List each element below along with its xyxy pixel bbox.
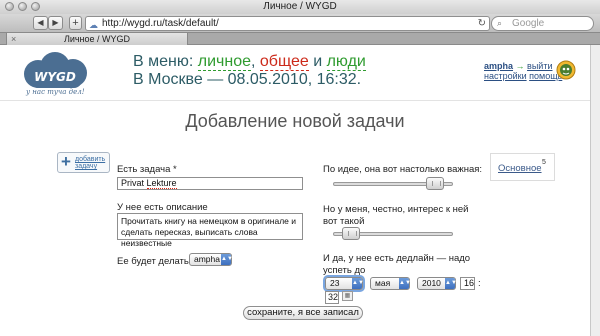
tab-current[interactable]: × Личное / WYGD xyxy=(6,33,188,45)
add-task-button[interactable]: + добавить задачу xyxy=(57,152,110,173)
menu-prefix: В меню: xyxy=(133,53,194,70)
add-task-label-line1: добавить xyxy=(75,156,106,163)
minimize-window-button[interactable] xyxy=(18,2,27,11)
save-button[interactable]: сохраните, я все записал xyxy=(243,306,363,320)
wygd-logo[interactable]: WYGD xyxy=(18,52,92,92)
task-input[interactable]: Privat Lekture xyxy=(117,177,303,190)
user-box: ampha → выйти настройки помощь xyxy=(484,61,562,81)
select-arrows-icon: ▲▼ xyxy=(399,278,411,289)
settings-link[interactable]: настройки xyxy=(484,71,527,81)
window-title: Личное / WYGD xyxy=(263,1,337,12)
menu-and: и xyxy=(313,53,323,70)
browser-toolbar: ◀ ▶ + ☁ http://wygd.ru/task/default/ ↻ ⌕… xyxy=(0,14,600,32)
close-tab-icon[interactable]: × xyxy=(11,33,16,45)
search-field[interactable]: ⌕ Google xyxy=(491,16,594,31)
deadline-hour-input[interactable]: 16 xyxy=(460,277,475,290)
deadline-month-value: мая xyxy=(375,278,391,288)
username-link[interactable]: ampha xyxy=(484,61,513,71)
site-favicon-icon: ☁ xyxy=(89,20,98,30)
description-label: У нее есть описание xyxy=(117,202,208,213)
search-placeholder: Google xyxy=(512,18,545,29)
logout-arrow-icon: → xyxy=(515,61,525,71)
add-task-label: добавить задачу xyxy=(75,156,105,170)
slogan: у нас туча дел! xyxy=(26,88,85,96)
select-arrows-icon: ▲▼ xyxy=(221,254,233,265)
interest-slider-thumb[interactable] xyxy=(342,227,360,240)
window-titlebar: Личное / WYGD xyxy=(0,0,600,14)
deadline-minute-input[interactable]: 32 xyxy=(325,291,339,304)
logout-link[interactable]: выйти xyxy=(527,61,552,71)
task-label: Есть задача * xyxy=(117,164,177,175)
importance-slider-thumb[interactable] xyxy=(426,177,444,190)
task-value-word2: Lekture xyxy=(146,178,177,189)
forward-button[interactable]: ▶ xyxy=(48,16,63,30)
zoom-window-button[interactable] xyxy=(31,2,40,11)
list-link-main[interactable]: Основное xyxy=(498,163,542,174)
logo-text: WYGD xyxy=(34,70,76,84)
select-arrows-icon: ▲▼ xyxy=(352,278,364,289)
importance-slider[interactable] xyxy=(333,177,453,190)
interest-label: Но у меня, честно, интерес к ней вот так… xyxy=(323,204,469,227)
reload-icon[interactable]: ↻ xyxy=(478,17,486,30)
task-value-word1: Privat xyxy=(121,178,145,188)
list-count: 5 xyxy=(542,159,546,166)
deadline-year-value: 2010 xyxy=(422,278,441,288)
list-box: Основное 5 xyxy=(490,153,555,181)
menu-link-common[interactable]: общее xyxy=(259,53,309,71)
assignee-label: Ее будет делать xyxy=(117,256,189,267)
deadline-label: И да, у нее есть дедлайн — надо успеть д… xyxy=(323,253,471,276)
tab-bar: × Личное / WYGD xyxy=(0,32,600,45)
header-divider xyxy=(0,100,590,101)
interest-slider[interactable] xyxy=(333,227,453,240)
description-textarea[interactable]: Прочитать книгу на немецком в оригинале … xyxy=(117,213,303,248)
current-datetime: В Москве — 08.05.2010, 16:32. xyxy=(133,71,362,88)
add-task-label-line2: задачу xyxy=(75,163,98,170)
menu-line: В меню: личное, общее и люди xyxy=(133,53,366,71)
assignee-select[interactable]: ampha ▲▼ xyxy=(189,253,233,266)
page-title: Добавление новой задачи xyxy=(185,111,405,131)
menu-link-personal[interactable]: личное xyxy=(197,53,251,71)
deadline-day-select[interactable]: 23 ▲▼ xyxy=(325,277,364,290)
plus-icon: + xyxy=(61,152,71,171)
user-avatar[interactable] xyxy=(556,59,576,80)
calendar-icon[interactable]: ▦ xyxy=(342,291,353,301)
deadline-month-select[interactable]: мая ▲▼ xyxy=(370,277,411,290)
tab-title: Личное / WYGD xyxy=(63,34,131,44)
select-arrows-icon: ▲▼ xyxy=(445,278,457,289)
address-url: http://wygd.ru/task/default/ xyxy=(102,18,219,29)
search-icon: ⌕ xyxy=(497,18,503,28)
close-window-button[interactable] xyxy=(5,2,14,11)
deadline-day-value: 23 xyxy=(330,278,340,288)
importance-label: По идее, она вот настолько важная: xyxy=(323,164,483,175)
back-button[interactable]: ◀ xyxy=(33,16,48,30)
address-bar[interactable]: ☁ http://wygd.ru/task/default/ ↻ xyxy=(85,16,490,31)
menu-separator: , xyxy=(251,53,256,70)
menu-link-people[interactable]: люди xyxy=(326,53,366,71)
assignee-value: ampha xyxy=(194,254,220,264)
time-colon: : xyxy=(478,278,481,289)
page-scrollbar[interactable] xyxy=(590,45,600,336)
new-tab-button[interactable]: + xyxy=(69,16,82,30)
deadline-year-select[interactable]: 2010 ▲▼ xyxy=(417,277,457,290)
